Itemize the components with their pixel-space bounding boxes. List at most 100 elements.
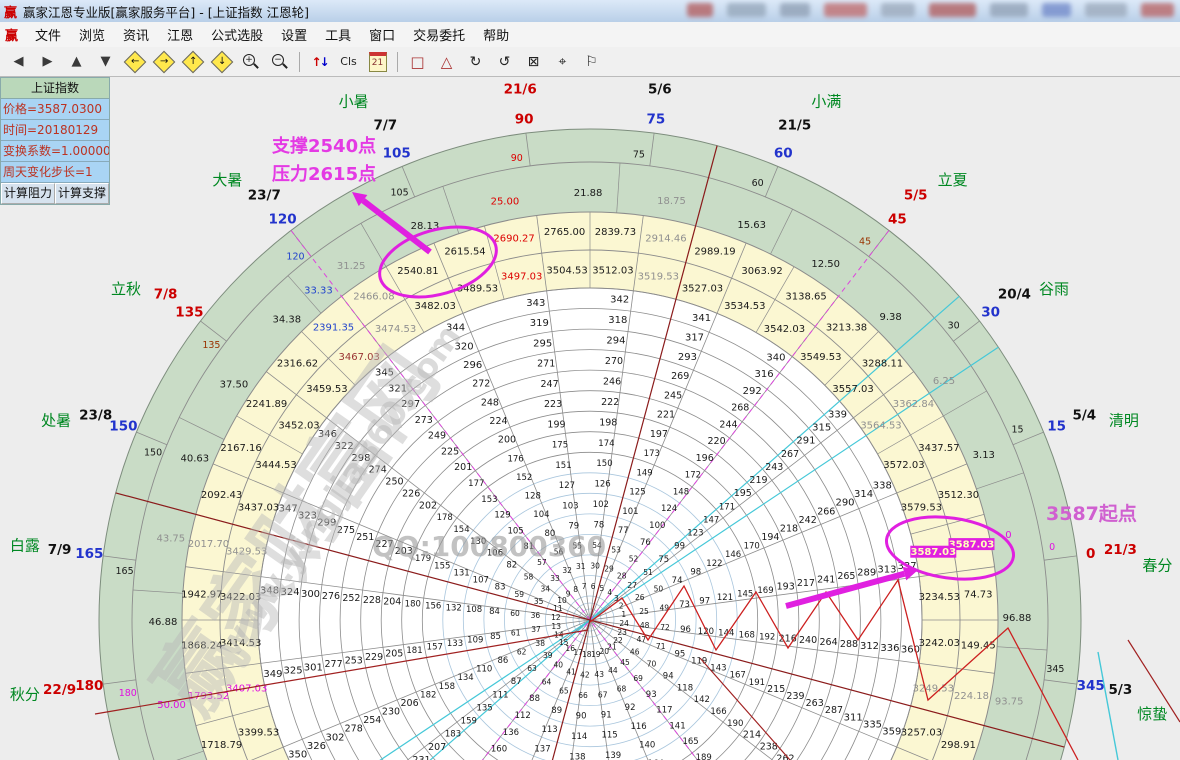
svg-text:118: 118	[677, 683, 693, 693]
svg-text:15: 15	[1047, 419, 1066, 435]
svg-text:180: 180	[75, 678, 103, 694]
svg-text:117: 117	[656, 706, 672, 716]
svg-text:268: 268	[731, 403, 749, 414]
svg-text:272: 272	[472, 379, 490, 390]
draw-triangle-icon[interactable]: △	[433, 49, 460, 74]
menu-item-9[interactable]: 帮助	[474, 23, 518, 46]
svg-text:3504.53: 3504.53	[546, 266, 587, 277]
calc-support-button[interactable]: 计算支撑	[55, 183, 109, 204]
svg-text:147: 147	[703, 515, 719, 525]
svg-text:23/7: 23/7	[248, 188, 281, 204]
svg-text:31: 31	[576, 562, 586, 571]
blurred-item	[824, 3, 867, 17]
svg-text:120: 120	[698, 627, 714, 637]
blurred-item	[1085, 3, 1127, 17]
svg-text:239: 239	[786, 691, 804, 702]
delete-box-icon[interactable]: ⊠	[520, 49, 547, 74]
svg-text:99: 99	[674, 542, 685, 552]
svg-text:12.50: 12.50	[811, 259, 840, 270]
svg-text:秋分: 秋分	[10, 685, 40, 703]
svg-text:96: 96	[680, 625, 691, 635]
menu-item-7[interactable]: 窗口	[360, 23, 404, 46]
pan-right-icon[interactable]: →	[150, 49, 177, 74]
scroll-up-icon[interactable]: ▲	[63, 49, 90, 74]
svg-text:84: 84	[489, 607, 500, 617]
svg-text:61: 61	[511, 629, 521, 638]
menu-item-5[interactable]: 设置	[272, 23, 316, 46]
instrument-title: 上证指数	[1, 78, 109, 99]
menu-item-0[interactable]: 文件	[26, 23, 70, 46]
menu-item-2[interactable]: 资讯	[114, 23, 158, 46]
scroll-left-icon[interactable]: ◀	[5, 49, 32, 74]
zoom-in-icon[interactable]: +	[237, 49, 264, 74]
svg-text:3234.53: 3234.53	[919, 592, 960, 603]
crosshair-icon[interactable]: ⌖	[549, 49, 576, 74]
svg-text:75: 75	[633, 150, 645, 161]
svg-text:119: 119	[691, 656, 707, 666]
svg-text:支撑2540点: 支撑2540点	[271, 135, 376, 157]
title-bar: 赢 赢家江恩专业版[赢家服务平台] - [上证指数 江恩轮]	[0, 0, 1180, 23]
svg-text:68: 68	[617, 684, 627, 693]
svg-text:93.75: 93.75	[995, 697, 1024, 708]
svg-text:50: 50	[654, 585, 664, 594]
svg-text:192: 192	[759, 632, 775, 642]
svg-text:32: 32	[562, 566, 572, 575]
scroll-right-icon[interactable]: ▶	[34, 49, 61, 74]
pan-down-icon[interactable]: ↓	[208, 49, 235, 74]
svg-text:6.25: 6.25	[933, 376, 955, 387]
app-window: { "window": { "logo": "赢", "title": "赢家江…	[0, 0, 1180, 760]
rotate-ccw-icon[interactable]: ↺	[491, 49, 518, 74]
svg-text:244: 244	[719, 420, 737, 431]
rotate-cw-icon[interactable]: ↻	[462, 49, 489, 74]
svg-text:7: 7	[582, 582, 587, 591]
svg-text:178: 178	[437, 513, 453, 523]
flag-marker-icon[interactable]: ⚐	[578, 49, 605, 74]
svg-text:269: 269	[671, 371, 689, 382]
blurred-item	[1141, 3, 1174, 17]
svg-text:38: 38	[535, 639, 545, 648]
calendar-icon[interactable]: 21	[364, 49, 391, 74]
svg-text:0: 0	[1086, 546, 1095, 562]
blurred-item	[990, 3, 1028, 17]
svg-text:3587.03: 3587.03	[911, 547, 957, 558]
calc-resistance-button[interactable]: 计算阻力	[1, 183, 55, 204]
gann-wheel-chart[interactable]: 0153045607590105120135150165180195210225…	[0, 0, 1180, 760]
svg-text:3587起点: 3587起点	[1046, 503, 1137, 525]
pan-left-icon[interactable]: ←	[121, 49, 148, 74]
svg-text:341: 341	[692, 313, 711, 324]
svg-text:60: 60	[774, 145, 793, 161]
menu-item-6[interactable]: 工具	[316, 23, 360, 46]
svg-text:109: 109	[467, 636, 483, 646]
svg-text:105: 105	[383, 145, 411, 161]
svg-text:228: 228	[363, 595, 381, 606]
svg-text:175: 175	[552, 441, 568, 451]
svg-text:193: 193	[777, 582, 795, 593]
clear-drawings-icon[interactable]: Cls	[335, 49, 362, 74]
svg-text:156: 156	[425, 602, 441, 612]
svg-text:104: 104	[533, 510, 549, 520]
svg-text:72: 72	[660, 623, 670, 632]
scroll-down-icon[interactable]: ▼	[92, 49, 119, 74]
price-scale-toggle-icon[interactable]: ↑↓	[306, 49, 333, 74]
menu-item-8[interactable]: 交易委托	[404, 23, 474, 46]
svg-text:2839.73: 2839.73	[595, 227, 636, 238]
menu-item-3[interactable]: 江恩	[158, 23, 202, 46]
svg-text:59: 59	[515, 590, 525, 599]
param-row-2: 变换系数=1.00000	[1, 141, 109, 162]
svg-text:128: 128	[525, 492, 541, 502]
svg-text:315: 315	[812, 423, 831, 434]
svg-text:1: 1	[621, 610, 626, 619]
svg-text:25: 25	[639, 607, 649, 616]
svg-text:27: 27	[627, 581, 637, 590]
svg-text:白露: 白露	[10, 537, 40, 555]
svg-text:139: 139	[605, 751, 621, 760]
zoom-out-icon[interactable]: −	[266, 49, 293, 74]
menu-item-4[interactable]: 公式选股	[202, 23, 272, 46]
svg-text:123: 123	[687, 529, 703, 539]
pan-up-icon[interactable]: ↑	[179, 49, 206, 74]
svg-text:22: 22	[613, 636, 623, 645]
svg-text:小满: 小满	[811, 92, 841, 110]
menu-item-1[interactable]: 浏览	[70, 23, 114, 46]
svg-text:11: 11	[553, 604, 563, 613]
draw-square-icon[interactable]: □	[404, 49, 431, 74]
